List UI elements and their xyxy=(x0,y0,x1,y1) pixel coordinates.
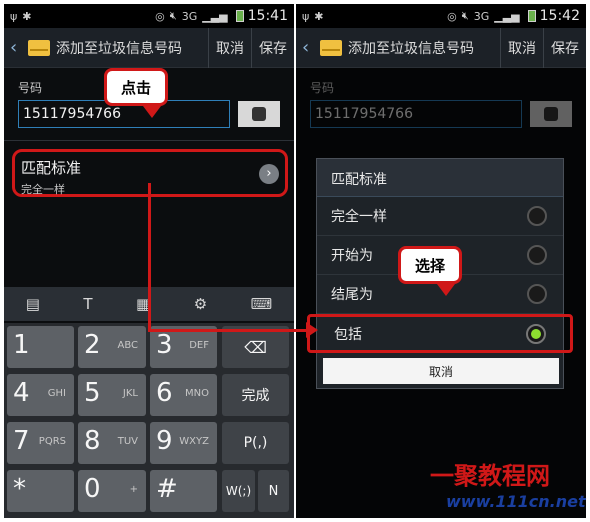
app-title: 添加至垃圾信息号码 xyxy=(348,40,474,57)
settings-icon[interactable]: ⚙ xyxy=(194,295,207,313)
signal-icon: ▁▃▅ xyxy=(494,9,520,23)
keyboard-icon[interactable]: ⌨ xyxy=(251,295,273,313)
backspace-icon: ⌫ xyxy=(244,337,267,357)
text-style-icon[interactable]: T xyxy=(83,295,92,313)
dial-keypad: 1 2 ABC 3 DEF ⌫ 4 GHI 5 JKL 6 MNO 完成 7 PQRS 8T… xyxy=(4,323,294,518)
bluetooth-icon: ✱ xyxy=(314,9,324,23)
network-type: 3G xyxy=(473,9,490,23)
key-2[interactable]: 2 ABC xyxy=(78,326,146,368)
watermark-title: 一聚教程网 xyxy=(430,461,550,490)
n-key[interactable]: N xyxy=(258,470,289,512)
app-bar: ‹ 添加至垃圾信息号码 取消 保存 xyxy=(4,27,294,68)
app-title: 添加至垃圾信息号码 xyxy=(56,40,182,57)
connector-line-horizontal xyxy=(148,329,310,332)
divider xyxy=(4,140,294,141)
battery-icon xyxy=(527,10,536,22)
usb-icon: ψ xyxy=(10,9,18,23)
eye-icon: ◎ xyxy=(447,9,457,23)
status-bar: ψ ✱ ◎ 🔇︎ 3G ▁▃▅ 15:42 xyxy=(296,4,586,28)
envelope-icon xyxy=(320,39,342,56)
dialog-cancel-button[interactable]: 取消 xyxy=(323,358,559,384)
backspace-key[interactable]: ⌫ xyxy=(222,326,289,368)
key-1[interactable]: 1 xyxy=(7,326,74,368)
radio-icon[interactable] xyxy=(527,245,547,265)
done-key[interactable]: 完成 xyxy=(222,374,289,416)
watermark-url: www.111cn.net xyxy=(446,492,586,511)
bluetooth-icon: ✱ xyxy=(22,9,32,23)
wait-key[interactable]: W(;) xyxy=(222,470,255,512)
save-button[interactable]: 保存 xyxy=(543,27,586,68)
key-8[interactable]: 8 TUV xyxy=(78,422,146,464)
mute-icon: 🔇︎ xyxy=(461,9,469,22)
radio-icon[interactable] xyxy=(527,206,547,226)
back-icon[interactable]: ‹ xyxy=(10,37,24,58)
usb-icon: ψ xyxy=(302,9,310,23)
radio-selected-icon[interactable] xyxy=(526,323,546,344)
option-exact[interactable]: 完全一样 xyxy=(317,197,563,236)
key-3[interactable]: 3 DEF xyxy=(150,326,217,368)
clock: 15:42 xyxy=(539,8,580,24)
contact-picker-button[interactable] xyxy=(238,101,280,127)
contact-icon xyxy=(252,107,266,121)
callout-select: 选择 xyxy=(398,246,462,296)
chevron-right-icon: › xyxy=(259,164,279,184)
key-star[interactable]: * xyxy=(7,470,74,512)
key-6[interactable]: 6 MNO xyxy=(150,374,217,416)
option-contains[interactable]: 包括 xyxy=(307,314,573,353)
network-type: 3G xyxy=(181,9,198,23)
callout-click: 点击 xyxy=(104,68,168,118)
status-bar: ψ ✱ ◎ 🔇︎ 3G ▁▃▅ 15:41 xyxy=(4,4,294,28)
key-9[interactable]: 9 WXYZ xyxy=(150,422,217,464)
pause-key[interactable]: P(,) xyxy=(222,422,289,464)
key-7[interactable]: 7 PQRS xyxy=(7,422,74,464)
clipboard-icon[interactable]: ▤ xyxy=(26,295,40,313)
match-criteria-title: 匹配标准 xyxy=(21,159,82,177)
back-icon[interactable]: ‹ xyxy=(302,37,316,58)
key-hash[interactable]: # xyxy=(150,470,217,512)
connector-line-vertical xyxy=(148,183,151,332)
battery-icon xyxy=(235,10,244,22)
key-0[interactable]: 0 + xyxy=(78,470,146,512)
clock: 15:41 xyxy=(247,8,288,24)
eye-icon: ◎ xyxy=(155,9,165,23)
match-criteria-value: 完全一样 xyxy=(21,183,65,196)
cancel-button[interactable]: 取消 xyxy=(500,27,543,68)
envelope-icon xyxy=(28,39,50,56)
radio-icon[interactable] xyxy=(527,284,547,304)
key-4[interactable]: 4 GHI xyxy=(7,374,74,416)
save-button[interactable]: 保存 xyxy=(251,27,294,68)
app-bar: ‹ 添加至垃圾信息号码 取消 保存 xyxy=(296,27,586,68)
mute-icon: 🔇︎ xyxy=(169,9,177,22)
key-5[interactable]: 5 JKL xyxy=(78,374,146,416)
signal-icon: ▁▃▅ xyxy=(202,9,228,23)
arrow-head-icon xyxy=(306,322,318,338)
cancel-button[interactable]: 取消 xyxy=(208,27,251,68)
dialog-title: 匹配标准 xyxy=(317,159,563,197)
